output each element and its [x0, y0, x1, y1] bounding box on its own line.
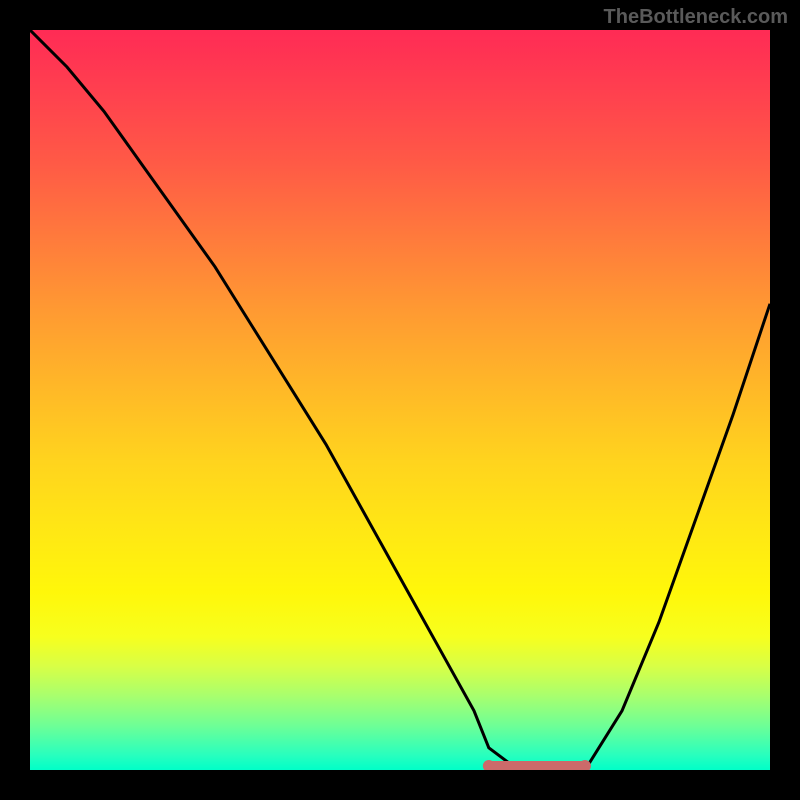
curve-svg — [30, 30, 770, 770]
watermark-text: TheBottleneck.com — [604, 6, 788, 29]
bottleneck-curve — [30, 30, 770, 770]
plot-area — [30, 30, 770, 770]
